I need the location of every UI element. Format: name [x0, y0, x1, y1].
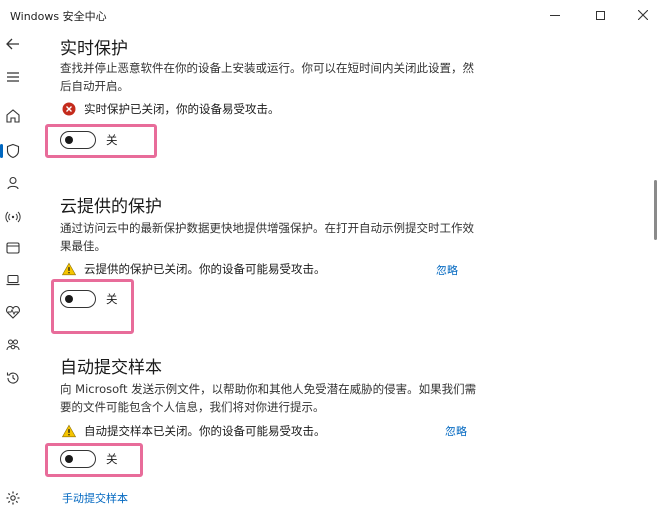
nav-firewall[interactable] — [4, 207, 22, 225]
nav-protection-history[interactable] — [4, 369, 22, 387]
sample-submission-toggle[interactable] — [60, 450, 96, 468]
window-title: Windows 安全中心 — [10, 10, 107, 23]
minimize-button[interactable] — [535, 0, 575, 30]
minimize-icon — [550, 14, 560, 16]
nav-active-indicator — [0, 144, 3, 158]
close-button[interactable] — [623, 0, 663, 30]
navigation-rail — [0, 30, 26, 514]
realtime-protection-description: 查找并停止恶意软件在你的设备上安装或运行。你可以在短时间内关闭此设置，然后自动开… — [60, 61, 474, 93]
manual-submit-sample-link[interactable]: 手动提交样本 — [62, 490, 128, 506]
sample-submission-description: 向 Microsoft 发送示例文件，以帮助你和其他人免受潜在威胁的侵害。如果我… — [60, 382, 477, 414]
family-icon — [6, 339, 20, 351]
history-icon — [6, 372, 19, 384]
settings-icon — [6, 491, 20, 505]
nav-app-browser[interactable] — [4, 239, 22, 257]
cloud-protection-toggle[interactable] — [60, 290, 96, 308]
toggle-knob — [65, 454, 73, 463]
wifi-icon — [5, 211, 21, 223]
realtime-status: 实时保护已关闭，你的设备易受攻击。 — [62, 100, 280, 118]
nav-device-security[interactable] — [4, 271, 22, 289]
shield-icon — [6, 143, 20, 159]
sample-status: 自动提交样本已关闭。你的设备可能易受攻击。 — [62, 422, 326, 440]
toggle-knob — [65, 135, 73, 144]
nav-home[interactable] — [4, 107, 22, 125]
back-icon — [6, 38, 19, 50]
nav-virus-protection[interactable] — [4, 142, 22, 160]
realtime-protection-toggle[interactable] — [60, 131, 96, 149]
nav-family-options[interactable] — [4, 336, 22, 354]
menu-button[interactable] — [4, 68, 22, 86]
close-icon — [638, 10, 648, 20]
maximize-button[interactable] — [580, 0, 620, 30]
toggle-knob — [65, 294, 73, 303]
menu-icon — [7, 72, 19, 82]
cloud-dismiss-link[interactable]: 忽略 — [436, 262, 458, 278]
cloud-protection-title: 云提供的保护 — [60, 197, 162, 217]
cloud-toggle-label: 关 — [106, 292, 118, 306]
sample-status-text: 自动提交样本已关闭。你的设备可能易受攻击。 — [84, 424, 326, 438]
sample-toggle-label: 关 — [106, 452, 118, 466]
warning-icon — [62, 262, 76, 276]
realtime-status-text: 实时保护已关闭，你的设备易受攻击。 — [84, 102, 280, 116]
warning-icon — [62, 424, 76, 438]
laptop-icon — [6, 274, 20, 286]
home-icon — [6, 109, 20, 123]
scrollbar-thumb[interactable] — [654, 180, 657, 240]
cloud-status: 云提供的保护已关闭。你的设备可能易受攻击。 — [62, 260, 326, 278]
nav-device-health[interactable] — [4, 303, 22, 321]
cloud-protection-description: 通过访问云中的最新保护数据更快地提供增强保护。在打开自动示例提交时工作效果最佳。 — [60, 221, 474, 253]
maximize-icon — [595, 10, 605, 20]
realtime-toggle-label: 关 — [106, 133, 118, 147]
nav-settings[interactable] — [4, 489, 22, 507]
person-icon — [7, 176, 19, 190]
title-bar: Windows 安全中心 — [0, 0, 667, 30]
realtime-protection-title: 实时保护 — [60, 39, 128, 59]
error-icon — [62, 102, 76, 116]
back-button[interactable] — [4, 35, 22, 53]
sample-dismiss-link[interactable]: 忽略 — [445, 423, 467, 439]
sample-submission-title: 自动提交样本 — [60, 358, 162, 378]
cloud-status-text: 云提供的保护已关闭。你的设备可能易受攻击。 — [84, 262, 326, 276]
nav-account-protection[interactable] — [4, 174, 22, 192]
health-icon — [6, 305, 20, 319]
app-icon — [6, 242, 20, 254]
